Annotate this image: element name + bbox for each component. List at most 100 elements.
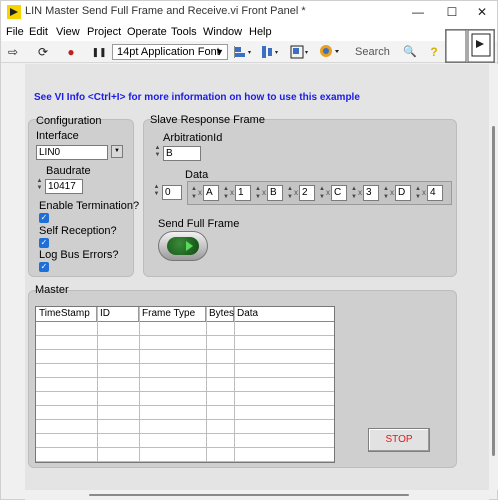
chevron-down-icon: ▼: [215, 47, 224, 57]
enable-termination-checkbox[interactable]: ✓: [39, 213, 49, 223]
arbitration-id-field[interactable]: B: [163, 146, 201, 161]
hex-prefix: x: [230, 188, 234, 197]
data-element-spinner-icon[interactable]: ▲ ▼: [382, 185, 390, 201]
table-row: [36, 335, 334, 336]
data-element-field[interactable]: D: [395, 185, 411, 201]
data-element-spinner-icon[interactable]: ▲ ▼: [350, 185, 358, 201]
pause-icon[interactable]: ❚❚: [91, 44, 107, 60]
hex-prefix: x: [422, 188, 426, 197]
menu-tools[interactable]: Tools: [171, 26, 197, 38]
baudrate-field[interactable]: 10417: [45, 179, 83, 194]
menu-operate[interactable]: Operate: [127, 26, 167, 38]
close-button[interactable]: ✕: [467, 1, 497, 23]
menu-view[interactable]: View: [56, 26, 80, 38]
reorder-objects-icon[interactable]: [319, 44, 341, 59]
interface-label: Interface: [36, 130, 79, 142]
distribute-objects-icon[interactable]: [261, 45, 279, 59]
configuration-title: Configuration: [36, 115, 102, 127]
baudrate-label: Baudrate: [46, 165, 91, 177]
send-full-frame-button[interactable]: [158, 231, 208, 261]
slave-response-title: Slave Response Frame: [150, 114, 265, 126]
data-element-spinner-icon[interactable]: ▲ ▼: [318, 185, 326, 201]
data-element-spinner-icon[interactable]: ▲ ▼: [222, 185, 230, 201]
arbitration-id-label: ArbitrationId: [163, 132, 223, 144]
run-continuously-icon[interactable]: ⟳: [35, 44, 51, 60]
table-row: [36, 377, 334, 378]
table-row: [36, 447, 334, 448]
log-bus-errors-label: Log Bus Errors?: [39, 249, 119, 261]
data-element-spinner-icon[interactable]: ▲ ▼: [286, 185, 294, 201]
data-label: Data: [185, 169, 209, 181]
menu-help[interactable]: Help: [249, 26, 272, 38]
run-arrow-icon[interactable]: ⇨: [5, 44, 21, 60]
font-select-value: 14pt Application Font: [117, 46, 220, 58]
menu-window[interactable]: Window: [203, 26, 242, 38]
vertical-scrollbar-thumb[interactable]: [492, 126, 495, 456]
data-element-field[interactable]: 3: [363, 185, 379, 201]
vi-info-hint: See VI Info <Ctrl+I> for more informatio…: [34, 92, 360, 103]
hex-prefix: x: [326, 188, 330, 197]
column-header-bytes: Bytes: [206, 307, 234, 321]
interface-browse-icon[interactable]: ▼: [111, 145, 123, 158]
context-help-icon[interactable]: ?: [427, 44, 441, 60]
align-objects-icon[interactable]: [234, 45, 252, 59]
data-element-spinner-icon[interactable]: ▲ ▼: [190, 185, 198, 201]
hex-prefix: x: [294, 188, 298, 197]
baudrate-increment-icon[interactable]: ▲ ▼: [36, 178, 43, 194]
table-row: [36, 363, 334, 364]
data-index-field[interactable]: 0: [162, 185, 182, 200]
play-arrow-icon: [186, 241, 193, 251]
table-row: [36, 349, 334, 350]
labview-app-icon: [7, 5, 21, 19]
menu-file[interactable]: File: [6, 26, 24, 38]
data-element-spinner-icon[interactable]: ▲ ▼: [414, 185, 422, 201]
data-element-field[interactable]: B: [267, 185, 283, 201]
data-index-increment-icon[interactable]: ▲ ▼: [153, 184, 160, 200]
vi-icon-pane[interactable]: [445, 29, 495, 63]
arbitration-id-increment-icon[interactable]: ▲ ▼: [154, 145, 161, 161]
table-row: [36, 391, 334, 392]
stop-button[interactable]: STOP: [368, 428, 430, 452]
menu-bar: File Edit View Project Operate Tools Win…: [1, 23, 497, 41]
column-header-frame-type: Frame Type: [139, 307, 206, 321]
search-icon[interactable]: 🔍: [403, 44, 417, 60]
horizontal-scrollbar[interactable]: [25, 490, 489, 500]
labview-front-panel-window: LIN Master Send Full Frame and Receive.v…: [0, 0, 498, 500]
hex-prefix: x: [358, 188, 362, 197]
table-column-divider: [97, 307, 98, 462]
data-element-spinner-icon[interactable]: ▲ ▼: [254, 185, 262, 201]
data-element-field[interactable]: 1: [235, 185, 251, 201]
toolbar: ⇨ ⟳ ● ❚❚ 14pt Application Font ▼ Search …: [1, 41, 497, 63]
hex-prefix: x: [390, 188, 394, 197]
data-element-field[interactable]: C: [331, 185, 347, 201]
abort-icon[interactable]: ●: [63, 44, 79, 60]
data-element-field[interactable]: A: [203, 185, 219, 201]
hex-prefix: x: [262, 188, 266, 197]
enable-termination-label: Enable Termination?: [39, 200, 140, 212]
minimize-button[interactable]: —: [403, 1, 433, 23]
table-column-divider: [234, 307, 235, 462]
data-element-field[interactable]: 4: [427, 185, 443, 201]
self-reception-checkbox[interactable]: ✓: [39, 238, 49, 248]
horizontal-scrollbar-thumb[interactable]: [89, 494, 409, 496]
table-row: [36, 405, 334, 406]
master-table[interactable]: TimeStamp ID Frame Type Bytes Data: [35, 306, 335, 463]
hex-prefix: x: [198, 188, 202, 197]
log-bus-errors-checkbox[interactable]: ✓: [39, 262, 49, 272]
data-element-field[interactable]: 2: [299, 185, 315, 201]
maximize-button[interactable]: ☐: [437, 1, 467, 23]
table-column-divider: [206, 307, 207, 462]
column-header-data: Data: [237, 308, 259, 319]
title-bar: LIN Master Send Full Frame and Receive.v…: [1, 1, 497, 23]
menu-project[interactable]: Project: [87, 26, 121, 38]
column-header-timestamp: TimeStamp: [36, 307, 97, 321]
send-full-frame-label: Send Full Frame: [158, 218, 240, 230]
vertical-scrollbar[interactable]: [489, 64, 498, 490]
table-column-divider: [139, 307, 140, 462]
self-reception-label: Self Reception?: [39, 225, 117, 237]
menu-edit[interactable]: Edit: [29, 26, 48, 38]
window-title: LIN Master Send Full Frame and Receive.v…: [25, 5, 306, 17]
interface-field[interactable]: LIN0: [36, 145, 108, 160]
font-select[interactable]: 14pt Application Font ▼: [112, 44, 228, 60]
resize-objects-icon[interactable]: [290, 45, 310, 59]
